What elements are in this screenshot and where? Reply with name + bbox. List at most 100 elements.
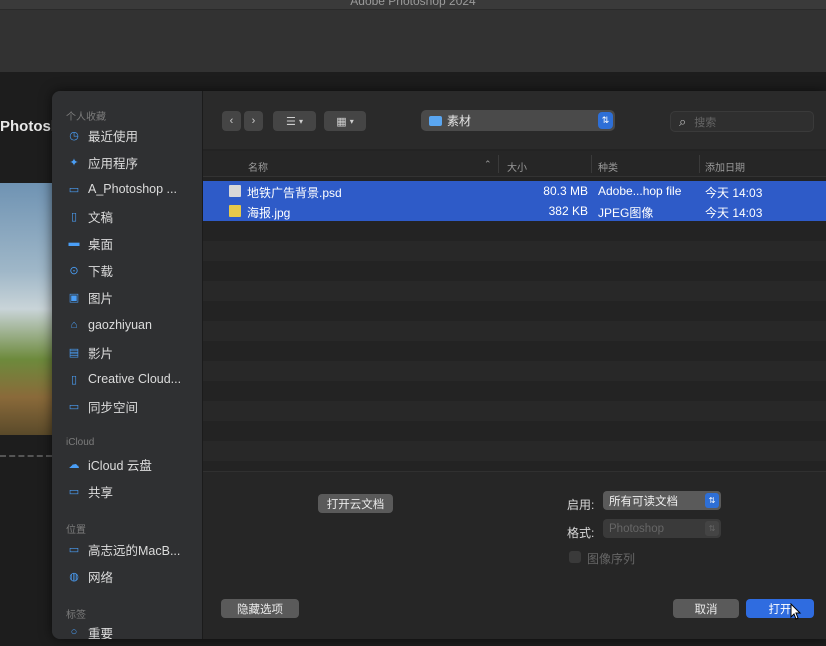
enable-select[interactable]: 所有可读文档 ⇅ [603,491,721,510]
file-size: 80.3 MB [543,184,588,198]
sidebar-item[interactable]: ⊙ 下载 [52,258,203,282]
dialog-toolbar: ‹ › ☰ ▾ ▦ ▾ 素材 ⇅ ⌕ 搜索 [203,91,826,149]
desktop-icon: ▬ [68,237,80,249]
sidebar-item[interactable]: ▯ Creative Cloud... [52,367,203,391]
photos-icon: ▣ [68,291,80,304]
sidebar-item[interactable]: ▯ 文稿 [52,204,203,228]
psd-file-icon [229,185,241,197]
format-select[interactable]: Photoshop ⇅ [603,519,721,538]
image-sequence-checkbox[interactable] [569,551,581,563]
finder-sidebar: 个人收藏 ◷ 最近使用 ✦ 应用程序 ▭ A_Photoshop ... ▯ 文稿 ▬ 桌面 ⊙ 下载 ▣… [52,91,203,639]
movies-icon: ▤ [68,346,80,359]
sidebar-item-label: 最近使用 [88,129,139,144]
home-app-label: Photosh [0,118,60,135]
sidebar-item-label: 图片 [88,291,114,306]
empty-row [203,221,826,241]
column-size[interactable]: 大小 [507,159,527,174]
sidebar-item[interactable]: ▭ 同步空间 [52,394,203,418]
chevron-down-icon: ▾ [349,116,354,126]
sidebar-item-label: 网络 [88,570,114,585]
file-date: 今天 14:03 [705,186,763,200]
file-date: 今天 14:03 [705,206,763,220]
list-view-button[interactable]: ☰ ▾ [273,111,316,131]
download-icon: ⊙ [69,264,79,277]
applications-icon: ✦ [69,156,79,169]
home-icon: ⌂ [70,319,78,331]
column-date-added[interactable]: 添加日期 [705,159,745,174]
sidebar-section-heading: iCloud [66,437,95,448]
empty-row [203,321,826,341]
sidebar-item[interactable]: ▭ 高志远的MacB... [52,537,203,561]
image-sequence-label: 图像序列 [587,552,636,566]
open-file-dialog: 个人收藏 ◷ 最近使用 ✦ 应用程序 ▭ A_Photoshop ... ▯ 文稿 ▬ 桌面 ⊙ 下载 ▣… [52,91,826,639]
empty-row [203,361,826,381]
column-divider [498,155,499,173]
file-row[interactable]: 海报.jpg 382 KB JPEG图像 今天 14:03 [203,201,826,221]
column-kind[interactable]: 种类 [598,159,618,174]
sidebar-item[interactable]: ✦ 应用程序 [52,150,203,174]
chevron-left-icon: ‹ [229,115,234,127]
hide-options-button[interactable]: 隐藏选项 [221,599,299,618]
sidebar-item[interactable]: ▭ 共享 [52,479,203,503]
sidebar-item-label: 桌面 [88,237,114,252]
laptop-icon: ▭ [68,543,80,556]
folder-icon: ▭ [68,183,80,196]
app-title: Adobe Photoshop 2024 [350,0,476,8]
sidebar-item[interactable]: ◷ 最近使用 [52,123,203,147]
tag-icon: ○ [70,626,78,638]
sidebar-item-label: 文稿 [88,210,114,225]
search-field[interactable]: ⌕ 搜索 [670,111,814,132]
forward-button[interactable]: › [244,111,263,131]
back-button[interactable]: ‹ [222,111,241,131]
app-titlebar: Adobe Photoshop 2024 [0,0,826,10]
format-select-value: Photoshop [609,522,664,535]
sidebar-item[interactable]: ▤ 影片 [52,340,203,364]
enable-label: 启用: [567,498,595,512]
sidebar-item[interactable]: ▬ 桌面 [52,231,203,255]
list-icon: ☰ [286,115,296,128]
document-icon: ▯ [70,210,78,223]
folder-path-popup[interactable]: 素材 ⇅ [421,110,615,131]
empty-row [203,421,826,441]
sidebar-item-label: 共享 [88,485,114,500]
mouse-cursor-icon [790,603,802,620]
folder-icon [429,115,442,126]
file-size: 382 KB [548,204,588,218]
sidebar-item-label: 同步空间 [88,400,139,415]
empty-row [203,261,826,281]
open-cloud-document-button[interactable]: 打开云文档 [318,494,393,513]
empty-row [203,241,826,261]
empty-row [203,381,826,401]
sidebar-item-label: 重要 [88,626,114,640]
sidebar-item[interactable]: ⌂ gaozhiyuan [52,313,203,337]
search-icon: ⌕ [679,113,687,129]
file-browser: ‹ › ☰ ▾ ▦ ▾ 素材 ⇅ ⌕ 搜索 名称 ⌃ 大小 种类 添加日期 地铁… [203,91,826,639]
column-name[interactable]: 名称 [248,159,268,174]
sidebar-item[interactable]: ◍ 网络 [52,564,203,588]
sidebar-item[interactable]: ☁ iCloud 云盘 [52,452,203,476]
sidebar-item-label: A_Photoshop ... [88,182,177,196]
column-divider [591,155,592,173]
file-icon: ▯ [70,373,78,386]
file-name: 海报.jpg [247,206,291,220]
folder-icon: ▭ [68,400,80,413]
current-folder-label: 素材 [447,114,472,128]
sidebar-item[interactable]: ○ 重要 [52,620,203,639]
background-divider [0,455,52,457]
file-kind: JPEG图像 [598,206,654,220]
file-name: 地铁广告背景.psd [247,186,342,200]
format-label: 格式: [567,526,595,540]
shared-folder-icon: ▭ [68,485,80,498]
sidebar-item[interactable]: ▣ 图片 [52,285,203,309]
chevron-right-icon: › [251,115,256,127]
empty-row [203,341,826,361]
file-row[interactable]: 地铁广告背景.psd 80.3 MB Adobe...hop file 今天 14:0… [203,181,826,201]
file-kind: Adobe...hop file [598,184,682,198]
column-header: 名称 ⌃ 大小 种类 添加日期 [203,151,826,177]
cancel-button[interactable]: 取消 [673,599,739,618]
open-button[interactable]: 打开 [746,599,814,618]
app-options-bar [0,10,826,72]
grid-view-button[interactable]: ▦ ▾ [324,111,366,131]
sidebar-item[interactable]: ▭ A_Photoshop ... [52,177,203,201]
jpg-file-icon [229,205,241,217]
